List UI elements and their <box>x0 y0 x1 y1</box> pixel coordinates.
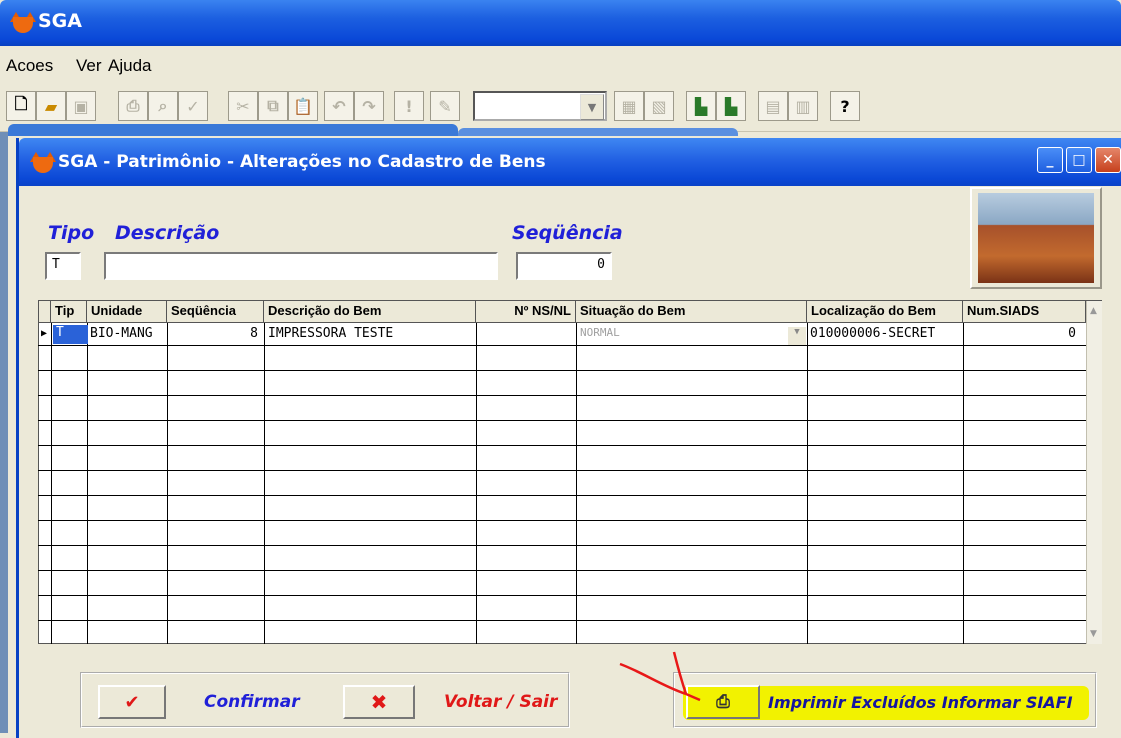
grid-row-line <box>38 345 1086 346</box>
background-window <box>458 128 738 136</box>
confirm-button[interactable]: ✔ <box>98 685 166 719</box>
maximize-icon[interactable]: □ <box>1066 147 1092 173</box>
col-header-unidade[interactable]: Unidade <box>87 301 167 323</box>
descricao-field[interactable] <box>104 252 498 280</box>
paste-icon[interactable]: 📋 <box>288 91 318 121</box>
child-title: SGA - Patrimônio - Alterações no Cadastr… <box>58 152 546 172</box>
grid-row-line <box>38 595 1086 596</box>
grid-scrollbar[interactable]: ▲ ▼ <box>1086 301 1102 644</box>
background-window <box>8 124 458 136</box>
data-grid[interactable] <box>38 300 1102 644</box>
cell-situacao[interactable]: NORMAL <box>580 326 780 344</box>
grid-row-line <box>38 395 1086 396</box>
cell-localizacao[interactable]: 010000006-SECRET <box>810 326 962 344</box>
report-edit-icon[interactable]: ▥ <box>788 91 818 121</box>
save-icon[interactable]: ▣ <box>66 91 96 121</box>
exit-button[interactable]: ✖ <box>343 685 415 719</box>
exclamation-icon[interactable]: ! <box>394 91 424 121</box>
print-label[interactable]: Imprimir Excluídos Informar SIAFI <box>768 693 1073 712</box>
close-icon[interactable]: ✕ <box>1095 147 1121 173</box>
cell-siads[interactable]: 0 <box>966 326 1076 344</box>
col-header-ns[interactable]: Nº NS/NL <box>476 301 576 323</box>
tipo-field[interactable]: T <box>45 252 81 280</box>
edit-icon[interactable]: ✎ <box>430 91 460 121</box>
building-icon[interactable]: ▙ <box>686 91 716 121</box>
descricao-label: Descrição <box>115 222 220 244</box>
menu-ver[interactable]: Ver <box>76 56 102 76</box>
scroll-down-icon[interactable]: ▼ <box>1090 629 1097 639</box>
copy-icon[interactable]: ⧉ <box>258 91 288 121</box>
cell-descricao[interactable]: IMPRESSORA TESTE <box>268 326 474 344</box>
help-icon[interactable]: ? <box>830 91 860 121</box>
cell-ns[interactable] <box>480 326 574 344</box>
grid-row-line <box>38 445 1086 446</box>
chevron-down-icon[interactable]: ▼ <box>788 327 806 345</box>
col-header-localizacao[interactable]: Localização do Bem <box>807 301 963 323</box>
scroll-up-icon[interactable]: ▲ <box>1090 306 1097 316</box>
app-title: SGA <box>38 10 82 32</box>
open-icon[interactable]: ▰ <box>36 91 66 121</box>
mdi-background <box>0 132 8 733</box>
grid-row-line <box>38 620 1086 621</box>
menu-ajuda[interactable]: Ajuda <box>108 56 151 76</box>
chevron-down-icon[interactable]: ▼ <box>580 94 604 120</box>
new-icon[interactable]: 🗋 <box>6 91 36 121</box>
sequencia-field[interactable]: 0 <box>516 252 612 280</box>
x-icon: ✖ <box>370 690 388 714</box>
grid-row-line <box>38 470 1086 471</box>
window-logo-icon <box>30 152 56 174</box>
col-header-situacao[interactable]: Situação do Bem <box>576 301 807 323</box>
cut-icon[interactable]: ✂ <box>228 91 258 121</box>
col-header-siads[interactable]: Num.SIADS <box>963 301 1086 323</box>
grid-row-line <box>38 520 1086 521</box>
col-header-sequencia[interactable]: Seqüência <box>167 301 264 323</box>
grid-row-line <box>38 370 1086 371</box>
app-titlebar[interactable] <box>0 0 1121 46</box>
confirm-label[interactable]: Confirmar <box>204 692 300 712</box>
print-preview-icon[interactable]: ⌕ <box>148 91 178 121</box>
sequencia-label: Seqüência <box>512 222 623 244</box>
check-icon: ✔ <box>124 691 140 713</box>
undo-icon[interactable]: ↶ <box>324 91 354 121</box>
red-arrow-annotation <box>619 651 701 702</box>
col-header-descricao[interactable]: Descrição do Bem <box>264 301 476 323</box>
menu-acoes[interactable]: Acoes <box>6 56 53 76</box>
grid-row-line <box>38 545 1086 546</box>
grid-indicator-header <box>39 301 51 323</box>
app-logo-icon <box>10 12 36 34</box>
row-indicator-icon: ▶ <box>41 328 48 339</box>
exit-label[interactable]: Voltar / Sair <box>444 692 557 712</box>
cell-tipo[interactable]: T <box>53 325 88 344</box>
grid-row-line <box>38 570 1086 571</box>
tipo-label: Tipo <box>48 222 95 244</box>
col-header-tip[interactable]: Tip <box>51 301 87 323</box>
grid-row-line <box>38 420 1086 421</box>
minimize-icon[interactable]: _ <box>1037 147 1063 173</box>
grid-row-line <box>38 495 1086 496</box>
report-icon[interactable]: ▤ <box>758 91 788 121</box>
image-icon[interactable]: ▧ <box>644 91 674 121</box>
building-icon[interactable]: ▙ <box>716 91 746 121</box>
redo-icon[interactable]: ↷ <box>354 91 384 121</box>
toolbar-combo[interactable]: ▼ <box>473 91 607 121</box>
menu-bar <box>0 46 1121 84</box>
printer-icon: ⎙ <box>716 692 730 712</box>
calc-icon[interactable]: ▦ <box>614 91 644 121</box>
spellcheck-icon[interactable]: ✓ <box>178 91 208 121</box>
cell-unidade[interactable]: BIO-MANG <box>90 326 166 344</box>
print-icon[interactable]: ⎙ <box>118 91 148 121</box>
cell-sequencia[interactable]: 8 <box>170 326 258 344</box>
building-photo <box>978 193 1094 283</box>
